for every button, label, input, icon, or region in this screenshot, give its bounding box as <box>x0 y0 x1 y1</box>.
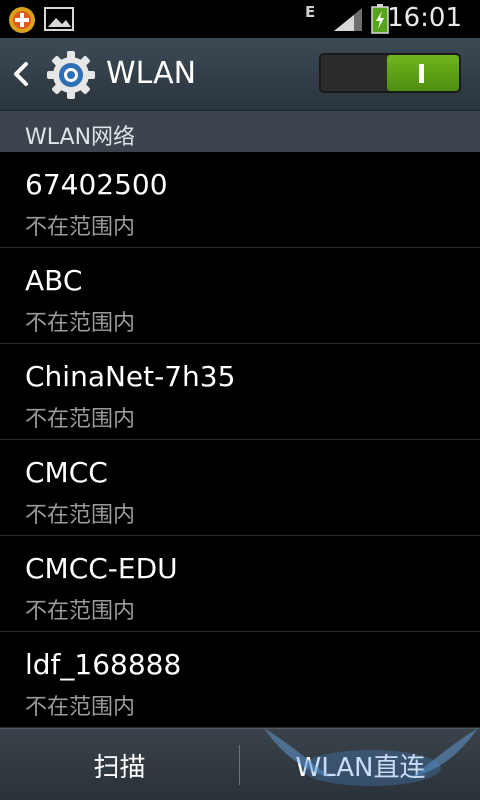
action-bar: WLAN <box>0 38 480 111</box>
network-item-chinanet-7h35[interactable]: ChinaNet-7h35 不在范围内 <box>0 344 480 440</box>
network-status: 不在范围内 <box>25 695 136 720</box>
settings-gear-icon[interactable] <box>46 50 96 100</box>
wlan-toggle-switch[interactable] <box>319 53 461 93</box>
network-ssid: ABC <box>25 264 83 297</box>
network-ssid: CMCC <box>25 456 108 489</box>
wlan-direct-button[interactable]: WLAN直连 <box>241 729 480 800</box>
network-ssid: CMCC-EDU <box>25 552 178 585</box>
status-bar: E 16:01 <box>0 0 480 38</box>
gallery-icon <box>44 7 74 31</box>
network-list: 67402500 不在范围内 ABC 不在范围内 ChinaNet-7h35 不… <box>0 152 480 728</box>
section-header-label: WLAN网络 <box>25 125 136 150</box>
network-status: 不在范围内 <box>25 407 136 432</box>
back-icon[interactable] <box>10 60 32 88</box>
notification-app-icon <box>9 7 35 33</box>
network-item-cmcc[interactable]: CMCC 不在范围内 <box>0 440 480 536</box>
bottom-action-bar: 扫描 WLAN直连 <box>0 728 480 800</box>
network-ssid: ChinaNet-7h35 <box>25 360 236 393</box>
page-title: WLAN <box>106 56 197 91</box>
network-status: 不在范围内 <box>25 311 136 336</box>
signal-icon <box>334 8 362 31</box>
toggle-on-mark <box>419 64 424 83</box>
scan-button[interactable]: 扫描 <box>0 729 239 800</box>
toggle-on-knob <box>387 55 459 91</box>
network-item-cmcc-edu[interactable]: CMCC-EDU 不在范围内 <box>0 536 480 632</box>
network-ssid: 67402500 <box>25 168 168 201</box>
network-status: 不在范围内 <box>25 503 136 528</box>
section-header: WLAN网络 <box>0 111 480 152</box>
bottom-bar-divider <box>239 745 240 785</box>
network-item-ldf-168888[interactable]: ldf_168888 不在范围内 <box>0 632 480 728</box>
network-status: 不在范围内 <box>25 599 136 624</box>
network-ssid: ldf_168888 <box>25 648 182 681</box>
clock: 16:01 <box>387 3 462 33</box>
network-type-label: E <box>305 3 316 21</box>
network-status: 不在范围内 <box>25 215 136 240</box>
wlan-settings-screen: E 16:01 WLAN WLAN网络 67402500 不在范围内 ABC 不… <box>0 0 480 800</box>
network-item-67402500[interactable]: 67402500 不在范围内 <box>0 152 480 248</box>
network-item-abc[interactable]: ABC 不在范围内 <box>0 248 480 344</box>
